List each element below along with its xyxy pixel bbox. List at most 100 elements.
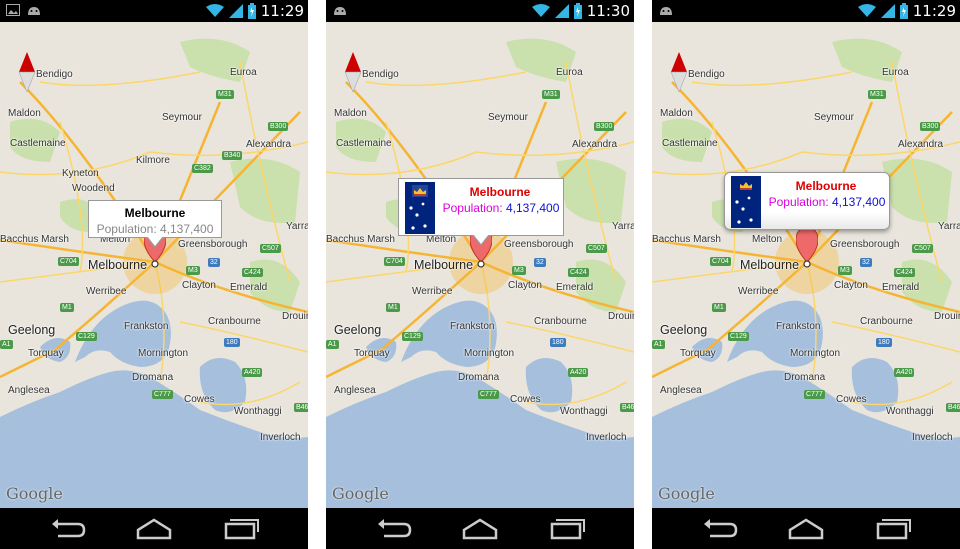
population-label: Population:	[442, 201, 503, 215]
status-bar: 11:29	[652, 0, 960, 22]
nav-bar	[0, 508, 308, 549]
road-shield: C777	[804, 390, 825, 399]
phone-screen-rounded-info-window: 11:29 Bendigo Euroa Maldon Seymour Castl…	[652, 0, 960, 549]
status-clock: 11:29	[260, 2, 304, 20]
recents-icon[interactable]	[220, 516, 260, 542]
map-label-yarra: Yarra	[612, 221, 634, 232]
map-label-kyneton: Kyneton	[62, 168, 99, 179]
android-icon	[334, 7, 346, 15]
road-shield: M3	[186, 266, 200, 275]
map-label-melton: Melton	[426, 234, 457, 245]
map-label-melbourne: Melbourne	[88, 258, 148, 272]
road-shield: 32	[860, 258, 872, 267]
road-shield: C704	[58, 257, 79, 266]
recents-icon[interactable]	[872, 516, 912, 542]
home-icon[interactable]	[134, 516, 174, 542]
map-label-wonthaggi: Wonthaggi	[886, 406, 934, 417]
map-label-cranbourne: Cranbourne	[860, 316, 913, 327]
map-pin-icon[interactable]	[796, 228, 818, 268]
map-view[interactable]: Bendigo Euroa Maldon Seymour Castlemaine…	[0, 22, 308, 508]
road-shield: C424	[568, 268, 589, 277]
road-shield: B300	[268, 122, 289, 131]
android-icon	[28, 7, 40, 15]
road-shield: C129	[402, 332, 423, 341]
status-clock: 11:30	[586, 2, 630, 20]
map-label-bendigo: Bendigo	[36, 69, 73, 80]
nav-bar	[652, 508, 960, 549]
road-shield: B300	[594, 122, 615, 131]
road-shield: M31	[216, 90, 234, 99]
compass-icon[interactable]	[17, 52, 37, 92]
map-label-euroa: Euroa	[882, 67, 909, 78]
map-label-drouin: Drouin	[282, 311, 308, 322]
map-label-emerald: Emerald	[556, 282, 594, 293]
info-title: Melbourne	[469, 185, 531, 199]
back-icon[interactable]	[374, 516, 414, 542]
map-label-inverloch: Inverloch	[260, 432, 301, 443]
recents-icon[interactable]	[546, 516, 586, 542]
road-shield: B46	[946, 403, 960, 412]
wifi-icon	[857, 4, 876, 17]
signal-icon	[228, 4, 243, 18]
google-logo: Google	[658, 484, 715, 503]
battery-icon	[573, 3, 582, 19]
victoria-flag-icon	[731, 176, 761, 228]
victoria-flag-icon	[405, 182, 435, 234]
back-icon[interactable]	[48, 516, 88, 542]
road-shield: B300	[920, 122, 941, 131]
map-label-castlemaine: Castlemaine	[10, 138, 66, 149]
map-label-euroa: Euroa	[556, 67, 583, 78]
compass-icon[interactable]	[343, 52, 363, 92]
battery-icon	[899, 3, 908, 19]
map-label-wonthaggi: Wonthaggi	[560, 406, 608, 417]
custom-info-window[interactable]: Melbourne Population: 4,137,400	[398, 178, 564, 246]
map-label-maldon: Maldon	[334, 108, 367, 119]
road-shield: M31	[868, 90, 886, 99]
road-shield: 180	[550, 338, 566, 347]
map-label-bacchus-marsh: Bacchus Marsh	[652, 234, 721, 245]
map-label-yarra: Yarra	[938, 221, 960, 232]
road-shield: A420	[242, 368, 263, 377]
map-label-drouin: Drouin	[608, 311, 634, 322]
map-label-castlemaine: Castlemaine	[662, 138, 718, 149]
rounded-info-window[interactable]: Melbourne Population: 4,137,400	[724, 172, 890, 230]
back-icon[interactable]	[700, 516, 740, 542]
map-label-bendigo: Bendigo	[362, 69, 399, 80]
road-shield: C507	[912, 244, 933, 253]
road-shield: C382	[192, 164, 213, 173]
map-label-castlemaine: Castlemaine	[336, 138, 392, 149]
map-label-cowes: Cowes	[184, 394, 215, 405]
map-label-seymour: Seymour	[814, 112, 855, 123]
road-shield: C424	[242, 268, 263, 277]
road-shield: C129	[728, 332, 749, 341]
road-shield: M1	[712, 303, 726, 312]
compass-icon[interactable]	[669, 52, 689, 92]
map-label-anglesea: Anglesea	[334, 385, 376, 396]
phone-screen-custom-info-window: 11:30 Bendigo Euroa Maldon Seymour Castl…	[326, 0, 634, 549]
road-shield: M1	[60, 303, 74, 312]
road-shield: C704	[384, 257, 405, 266]
battery-icon	[247, 3, 256, 19]
map-label-frankston: Frankston	[450, 321, 495, 332]
home-icon[interactable]	[460, 516, 500, 542]
map-label-cowes: Cowes	[836, 394, 867, 405]
status-bar: 11:29	[0, 0, 308, 22]
google-logo: Google	[332, 484, 389, 503]
map-view[interactable]: Bendigo Euroa Maldon Seymour Castlemaine…	[326, 22, 634, 508]
map-label-melbourne: Melbourne	[740, 258, 800, 272]
map-label-mornington: Mornington	[138, 348, 189, 359]
map-label-seymour: Seymour	[162, 112, 203, 123]
map-label-geelong: Geelong	[334, 323, 382, 337]
map-label-maldon: Maldon	[660, 108, 693, 119]
map-label-bendigo: Bendigo	[688, 69, 725, 80]
map-label-dromana: Dromana	[132, 372, 174, 383]
map-label-bacchus-marsh: Bacchus Marsh	[326, 234, 395, 245]
road-shield: A1	[0, 340, 13, 349]
map-view[interactable]: Bendigo Euroa Maldon Seymour Castlemaine…	[652, 22, 960, 508]
map-label-mornington: Mornington	[464, 348, 515, 359]
road-shield: 180	[224, 338, 240, 347]
phone-screen-plain-info-window: 11:29 Bendigo Euroa Maldon Seymour Castl…	[0, 0, 308, 549]
android-icon	[660, 7, 672, 15]
info-window[interactable]: Melbourne Population: 4,137,400	[88, 200, 222, 248]
home-icon[interactable]	[786, 516, 826, 542]
